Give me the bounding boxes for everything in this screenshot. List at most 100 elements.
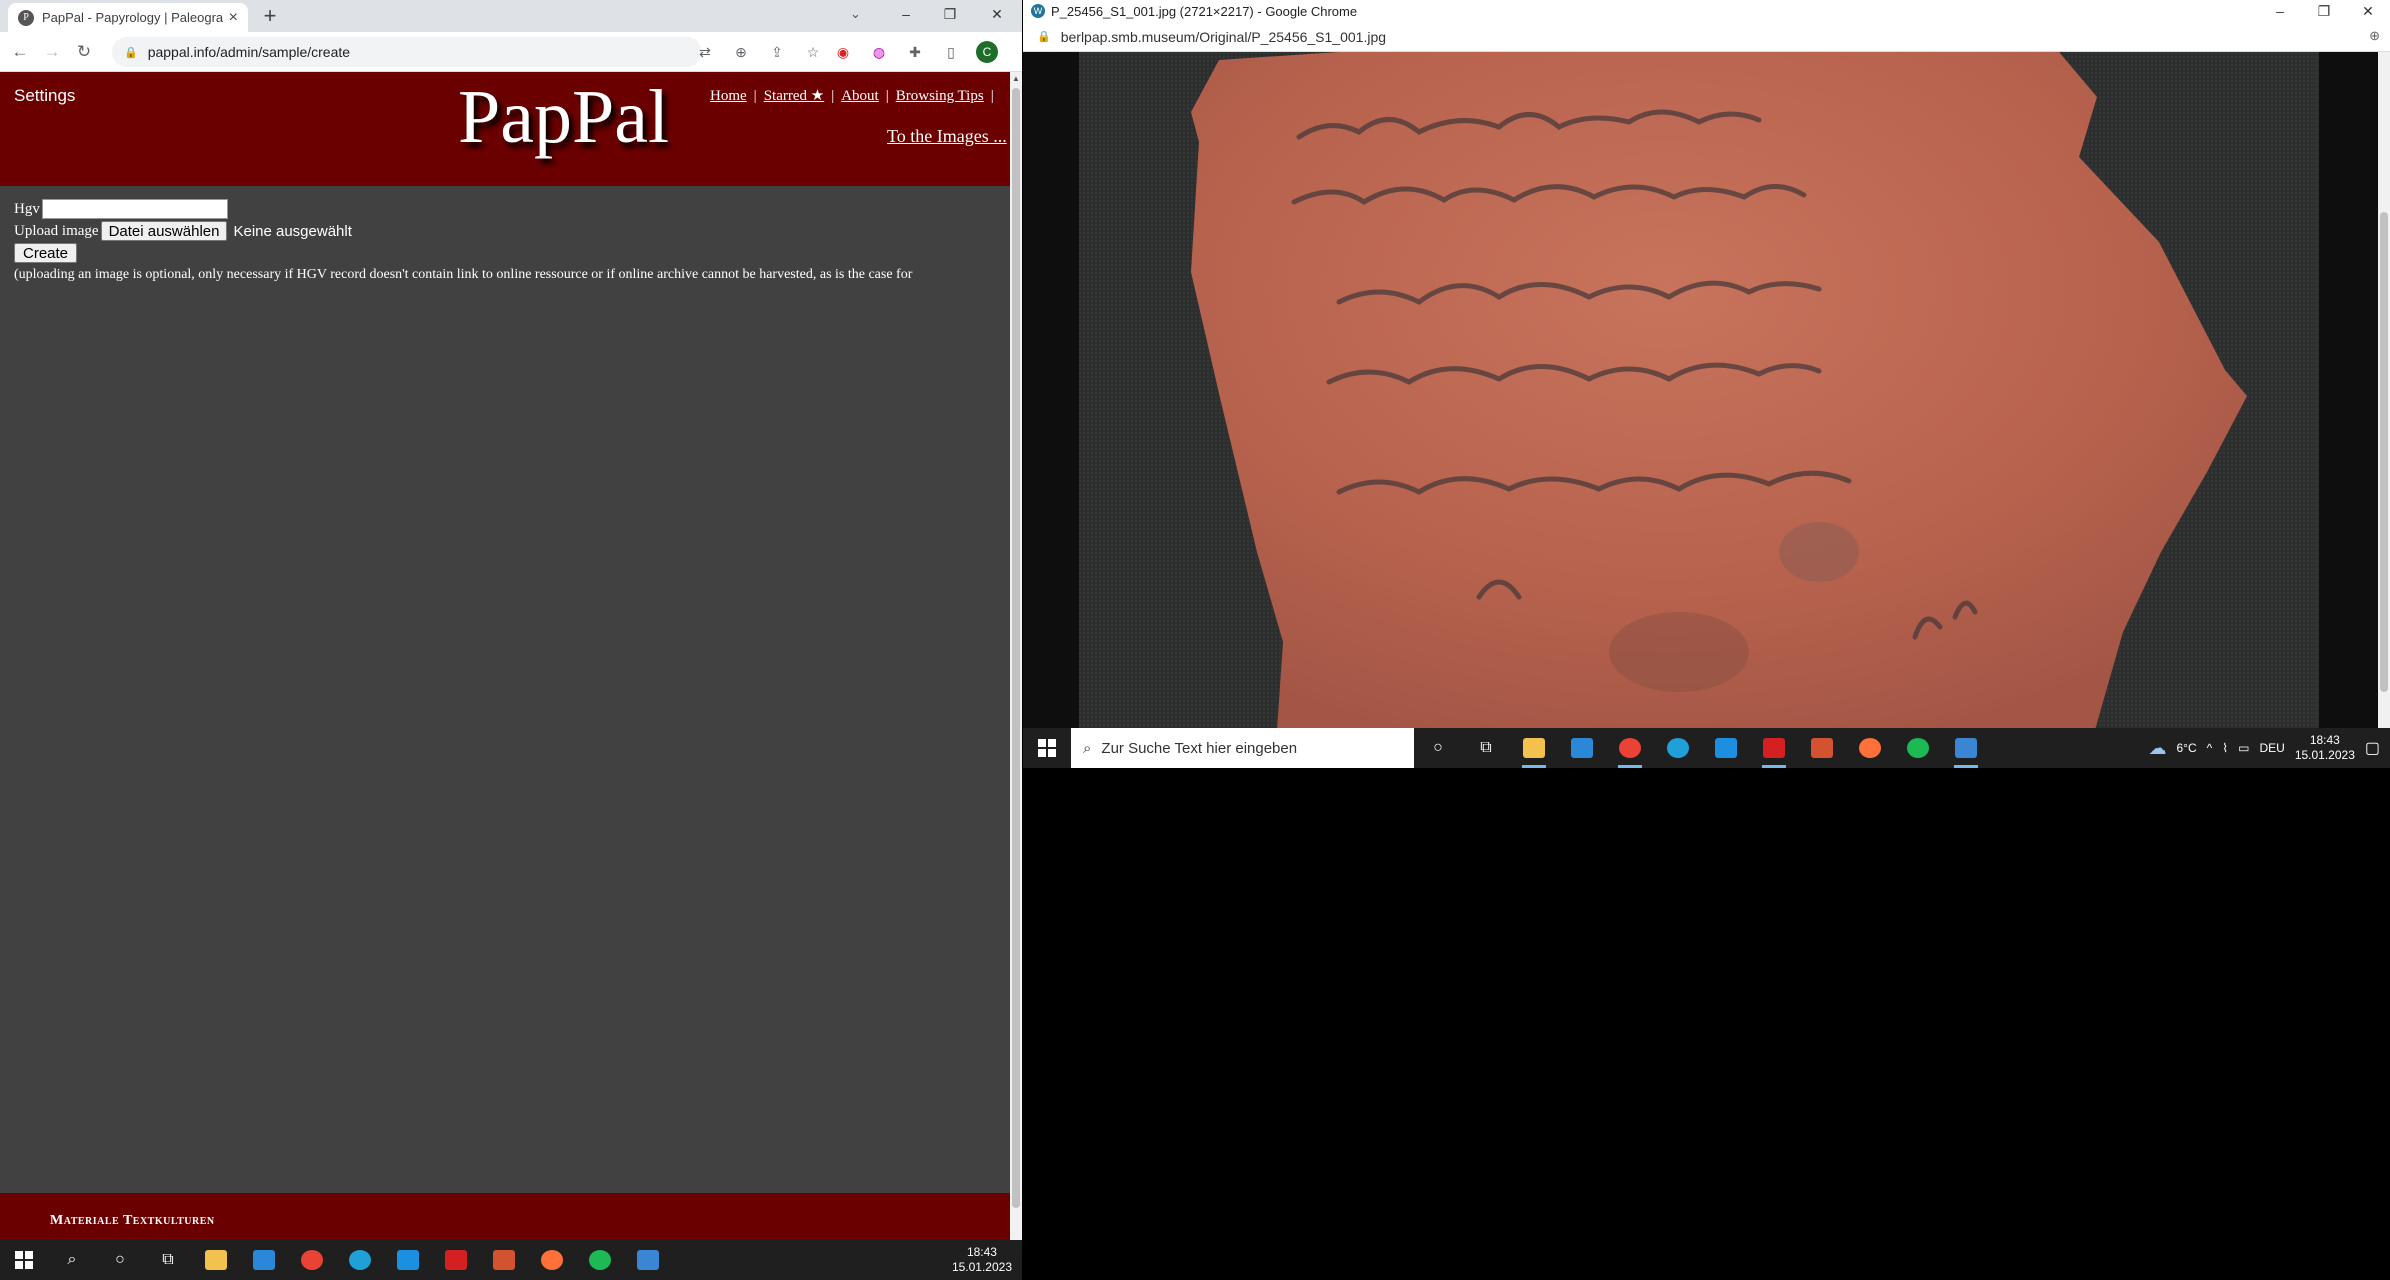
url-text: pappal.info/admin/sample/create bbox=[147, 44, 351, 60]
hgv-input[interactable] bbox=[41, 199, 228, 219]
spotify-icon-left[interactable] bbox=[576, 1240, 624, 1280]
powerpoint-icon-left[interactable] bbox=[480, 1240, 528, 1280]
close-window-icon[interactable]: ✕ bbox=[972, 6, 1022, 23]
share-icon[interactable]: ⇪ bbox=[766, 41, 788, 63]
right-window-title: P_25456_S1_001.jpg (2721×2217) - Google … bbox=[1051, 3, 1358, 19]
file-explorer-icon-glyph bbox=[1523, 738, 1545, 758]
create-sample-form: Hgv Upload image Datei auswählen Keine a… bbox=[14, 198, 912, 286]
right-address-bar[interactable]: 🔒 berlpap.smb.museum/Original/P_25456_S1… bbox=[1023, 22, 2390, 52]
search-icon-left[interactable]: ⌕ bbox=[48, 1240, 96, 1280]
vertical-scrollbar[interactable]: ▲ ▼ bbox=[1010, 72, 1022, 1260]
right-url-text: berlpap.smb.museum/Original/P_25456_S1_0… bbox=[1060, 28, 1387, 45]
choose-file-button[interactable]: Datei auswählen bbox=[100, 221, 228, 241]
to-the-images-link[interactable]: To the Images ... bbox=[887, 126, 1007, 147]
taskbar-clock[interactable]: 18:43 15.01.2023 bbox=[2295, 733, 2355, 763]
chrome-icon-left[interactable] bbox=[288, 1240, 336, 1280]
extension-red-icon[interactable]: ◉ bbox=[832, 41, 854, 63]
tab-close-icon[interactable]: × bbox=[229, 9, 238, 27]
store-icon-left[interactable] bbox=[240, 1240, 288, 1280]
weather-cloud-icon[interactable]: ☁ bbox=[2148, 738, 2166, 759]
mail-icon[interactable] bbox=[1702, 728, 1750, 768]
zoom-icon[interactable]: ⊕ bbox=[730, 41, 752, 63]
nav-home[interactable]: Home bbox=[710, 88, 747, 104]
firefox-icon-left[interactable] bbox=[528, 1240, 576, 1280]
store-icon[interactable] bbox=[1558, 728, 1606, 768]
powerpoint-icon-glyph bbox=[1811, 738, 1833, 758]
nav-about[interactable]: About bbox=[841, 88, 879, 104]
right-close-icon[interactable]: ✕ bbox=[2346, 3, 2390, 20]
acrobat-icon[interactable] bbox=[1750, 728, 1798, 768]
mail-icon-left[interactable] bbox=[384, 1240, 432, 1280]
right-minimize-icon[interactable]: – bbox=[2258, 3, 2302, 19]
photos-icon[interactable] bbox=[1942, 728, 1990, 768]
cortana-icon-left[interactable]: ○ bbox=[96, 1240, 144, 1280]
file-explorer-icon[interactable] bbox=[1510, 728, 1558, 768]
taskbar-search-box[interactable]: ⌕ Zur Suche Text hier eingeben bbox=[1071, 728, 1414, 768]
file-explorer-icon-left[interactable] bbox=[192, 1240, 240, 1280]
forward-icon[interactable]: → bbox=[40, 40, 64, 64]
extensions-puzzle-icon[interactable]: ✚ bbox=[904, 41, 926, 63]
wordpress-icon: W bbox=[1031, 4, 1045, 18]
acrobat-icon-left[interactable] bbox=[432, 1240, 480, 1280]
restore-icon[interactable]: ❐ bbox=[928, 6, 972, 23]
firefox-icon[interactable] bbox=[1846, 728, 1894, 768]
translate-icon[interactable]: ⇄ bbox=[694, 41, 716, 63]
extension-purple-icon[interactable]: ◍ bbox=[868, 41, 890, 63]
clock-time-left: 18:43 bbox=[966, 1245, 997, 1259]
back-icon[interactable]: ← bbox=[8, 40, 32, 64]
network-icon[interactable]: ⌇ bbox=[2222, 741, 2228, 755]
taskbar-clock-left[interactable]: 18:43 15.01.2023 bbox=[952, 1245, 1012, 1275]
menu-kebab-icon[interactable]: ⋮ bbox=[1012, 41, 1022, 63]
desktop: P PapPal - Papyrology | Paleograph × + ⌄… bbox=[0, 0, 2390, 1280]
tab-pappal[interactable]: P PapPal - Papyrology | Paleograph × bbox=[8, 3, 248, 32]
site-logo[interactable]: PapPal bbox=[458, 74, 669, 161]
profile-avatar[interactable]: C bbox=[976, 41, 998, 63]
notification-icon[interactable]: ▢ bbox=[2365, 738, 2380, 758]
powerpoint-icon-glyph-left bbox=[493, 1250, 515, 1270]
system-tray: ☁ 6°C ^ ⌇ ▭ DEU 18:43 15.01.2023 ▢ bbox=[2148, 733, 2390, 763]
create-button[interactable]: Create bbox=[14, 243, 78, 263]
powerpoint-icon[interactable] bbox=[1798, 728, 1846, 768]
start-button-left[interactable] bbox=[0, 1240, 48, 1280]
scroll-up-icon[interactable]: ▲ bbox=[1010, 74, 1022, 83]
upload-image-label: Upload image bbox=[14, 222, 99, 239]
right-restore-icon[interactable]: ❐ bbox=[2302, 3, 2346, 20]
minimize-icon[interactable]: – bbox=[884, 6, 928, 22]
pinned-apps-left bbox=[192, 1240, 672, 1280]
right-browser-window: W P_25456_S1_001.jpg (2721×2217) - Googl… bbox=[1023, 0, 2390, 730]
vertical-scroll-thumb[interactable] bbox=[1012, 88, 1020, 1208]
new-tab-icon[interactable]: + bbox=[258, 4, 282, 28]
nav-starred[interactable]: Starred ★ bbox=[764, 88, 825, 104]
tab-search-chevron-icon[interactable]: ⌄ bbox=[850, 6, 861, 22]
mail-icon-glyph bbox=[1715, 738, 1737, 758]
language-indicator[interactable]: DEU bbox=[2259, 741, 2284, 755]
task-view-icon[interactable]: ⧉ bbox=[1462, 728, 1510, 768]
tray-chevron-icon[interactable]: ^ bbox=[2207, 741, 2213, 755]
edge-icon-left[interactable] bbox=[336, 1240, 384, 1280]
task-view-icon-left[interactable]: ⧉ bbox=[144, 1240, 192, 1280]
side-panel-icon[interactable]: ▯ bbox=[940, 41, 962, 63]
address-bar[interactable]: 🔒 pappal.info/admin/sample/create bbox=[112, 37, 702, 67]
hgv-label: Hgv bbox=[14, 200, 40, 217]
right-scroll-thumb[interactable] bbox=[2380, 212, 2388, 692]
battery-icon[interactable]: ▭ bbox=[2238, 741, 2249, 755]
photos-icon-left[interactable] bbox=[624, 1240, 672, 1280]
omnibox-actions: ⇄ ⊕ ⇪ ☆ bbox=[694, 40, 824, 64]
edge-icon-glyph bbox=[1667, 738, 1689, 758]
chrome-icon[interactable] bbox=[1606, 728, 1654, 768]
reload-icon[interactable]: ↻ bbox=[72, 40, 96, 64]
ostracon-photo[interactable] bbox=[1079, 52, 2319, 730]
right-zoom-icon[interactable]: ⊕ bbox=[2369, 28, 2380, 44]
nav-browsing-tips[interactable]: Browsing Tips bbox=[896, 88, 984, 104]
bookmark-star-icon[interactable]: ☆ bbox=[802, 41, 824, 63]
cortana-icon[interactable]: ○ bbox=[1414, 728, 1462, 768]
taskbar-search-placeholder: Zur Suche Text hier eingeben bbox=[1101, 739, 1298, 757]
extensions-area: ◉ ◍ ✚ ▯ C ⋮ bbox=[832, 40, 1022, 64]
start-button[interactable] bbox=[1023, 728, 1071, 768]
spotify-icon[interactable] bbox=[1894, 728, 1942, 768]
edge-icon[interactable] bbox=[1654, 728, 1702, 768]
weather-temperature[interactable]: 6°C bbox=[2176, 741, 2196, 755]
right-vertical-scrollbar[interactable] bbox=[2378, 52, 2390, 730]
pinned-apps bbox=[1510, 728, 1990, 768]
settings-link[interactable]: Settings bbox=[14, 86, 75, 106]
